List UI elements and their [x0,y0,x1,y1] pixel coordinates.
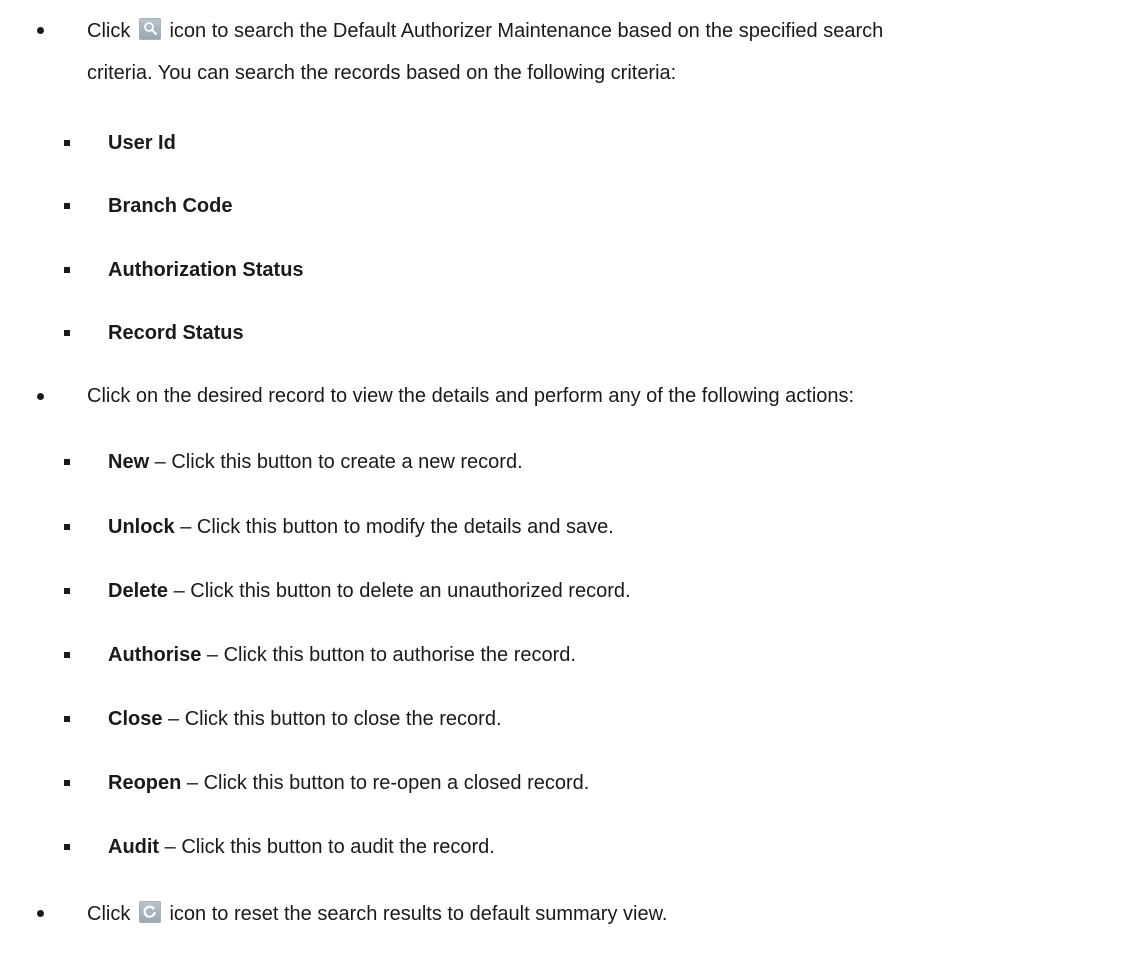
action-description: – Click this button to authorise the rec… [201,644,576,666]
document-page: Click icon to search the Default Authori… [0,0,1127,971]
click-text: Click [87,20,131,42]
square-bullet [64,330,70,336]
action-description: – Click this button to modify the detail… [174,516,614,538]
action-name: Unlock [108,516,175,538]
criteria-label: User Id [108,132,176,154]
actions-intro: Click on the desired record to view the … [87,385,855,407]
square-bullet [64,203,70,209]
action-description: – Click this button to close the record. [162,708,502,730]
square-bullet [64,588,70,594]
criteria-label: Branch Code [108,195,233,217]
square-bullet [64,716,70,722]
action-description: – Click this button to re-open a closed … [181,772,590,794]
refresh-icon [138,901,161,923]
bullet-dot [37,910,44,917]
action-name: Close [108,708,163,730]
search-icon [138,18,161,40]
criteria-label: Authorization Status [108,259,304,281]
bullet-dot [37,393,44,400]
reset-description: icon to reset the search results to defa… [169,903,668,925]
square-bullet [64,267,70,273]
action-name: Reopen [108,772,182,794]
square-bullet [64,844,70,850]
action-name: Delete [108,580,169,602]
square-bullet [64,524,70,530]
action-description: – Click this button to audit the record. [159,836,495,858]
action-description: – Click this button to create a new reco… [149,451,523,473]
square-bullet [64,459,70,465]
action-name: New [108,451,150,473]
criteria-intro: criteria. You can search the records bas… [87,62,677,84]
bullet-dot [37,27,44,34]
criteria-label: Record Status [108,322,244,344]
search-description: icon to search the Default Authorizer Ma… [169,20,884,42]
action-name: Authorise [108,644,202,666]
square-bullet [64,140,70,146]
square-bullet [64,652,70,658]
square-bullet [64,780,70,786]
action-name: Audit [108,836,160,858]
action-description: – Click this button to delete an unautho… [168,580,631,602]
click-text: Click [87,903,131,925]
